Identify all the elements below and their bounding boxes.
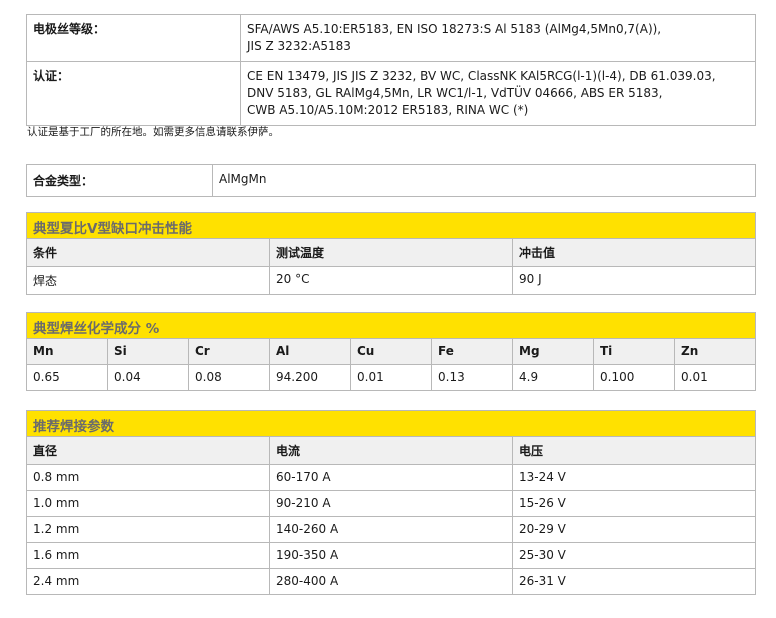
table-header-row: 直径 电流 电压 [26,436,756,465]
table-row: 1.0 mm 90-210 A 15-26 V [26,490,756,517]
chemical-composition-section: 典型焊丝化学成分 % Mn Si Cr Al Cu Fe Mg Ti Zn 0.… [26,312,756,391]
table-cell: 0.04 [107,364,189,391]
table-row: 0.65 0.04 0.08 94.200 0.01 0.13 4.9 0.10… [26,364,756,391]
specification-table: 电极丝等级： SFA/AWS A5.10:ER5183, EN ISO 1827… [26,14,756,126]
table-cell: 90 J [512,266,756,295]
column-header-si: Si [107,338,189,365]
approvals-label: 认证： [26,61,241,126]
classification-line: JIS Z 3232:A5183 [247,39,351,53]
column-header-diameter: 直径 [26,436,270,465]
table-cell: 0.01 [350,364,432,391]
impact-properties-title: 典型夏比V型缺口冲击性能 [26,212,756,238]
table-cell: 0.01 [674,364,756,391]
approvals-row: 认证： CE EN 13479, JIS JIS Z 3232, BV WC, … [26,61,756,126]
classification-value: SFA/AWS A5.10:ER5183, EN ISO 18273:S Al … [240,14,756,62]
table-cell: 20 °C [269,266,513,295]
table-cell: 0.100 [593,364,675,391]
column-header-mn: Mn [26,338,108,365]
column-header-condition: 条件 [26,238,270,267]
table-cell: 0.13 [431,364,513,391]
table-cell: 13-24 V [512,464,756,491]
table-cell: 190-350 A [269,542,513,569]
table-cell: 15-26 V [512,490,756,517]
welding-parameters-title: 推荐焊接参数 [26,410,756,436]
column-header-current: 电流 [269,436,513,465]
table-cell: 90-210 A [269,490,513,517]
alloy-type-value: AlMgMn [212,164,756,197]
table-row: 0.8 mm 60-170 A 13-24 V [26,464,756,491]
column-header-impact-value: 冲击值 [512,238,756,267]
table-cell: 0.08 [188,364,270,391]
classification-label: 电极丝等级： [26,14,241,62]
column-header-voltage: 电压 [512,436,756,465]
table-cell: 1.0 mm [26,490,270,517]
table-cell: 1.2 mm [26,516,270,543]
table-header-row: 条件 测试温度 冲击值 [26,238,756,267]
table-cell: 26-31 V [512,568,756,595]
chemical-composition-title: 典型焊丝化学成分 % [26,312,756,338]
alloy-type-label: 合金类型： [26,164,213,197]
column-header-ti: Ti [593,338,675,365]
table-cell: 280-400 A [269,568,513,595]
classification-line: SFA/AWS A5.10:ER5183, EN ISO 18273:S Al … [247,22,662,36]
table-header-row: Mn Si Cr Al Cu Fe Mg Ti Zn [26,338,756,365]
table-cell: 焊态 [26,266,270,295]
table-cell: 140-260 A [269,516,513,543]
welding-parameters-section: 推荐焊接参数 直径 电流 电压 0.8 mm 60-170 A 13-24 V … [26,410,756,595]
impact-properties-table: 条件 测试温度 冲击值 焊态 20 °C 90 J [26,238,756,295]
column-header-cr: Cr [188,338,270,365]
approvals-value: CE EN 13479, JIS JIS Z 3232, BV WC, Clas… [240,61,756,126]
impact-properties-section: 典型夏比V型缺口冲击性能 条件 测试温度 冲击值 焊态 20 °C 90 J [26,212,756,295]
column-header-cu: Cu [350,338,432,365]
table-row: 2.4 mm 280-400 A 26-31 V [26,568,756,595]
table-cell: 60-170 A [269,464,513,491]
column-header-test-temperature: 测试温度 [269,238,513,267]
table-row: 1.6 mm 190-350 A 25-30 V [26,542,756,569]
table-cell: 2.4 mm [26,568,270,595]
classification-row: 电极丝等级： SFA/AWS A5.10:ER5183, EN ISO 1827… [26,14,756,62]
approvals-line: CWB A5.10/A5.10M:2012 ER5183, RINA WC (*… [247,103,529,117]
column-header-zn: Zn [674,338,756,365]
alloy-type-row: 合金类型： AlMgMn [26,164,756,197]
table-cell: 94.200 [269,364,351,391]
column-header-fe: Fe [431,338,513,365]
approvals-line: DNV 5183, GL RAlMg4,5Mn, LR WC1/l-1, VdT… [247,86,663,100]
approvals-line: CE EN 13479, JIS JIS Z 3232, BV WC, Clas… [247,69,716,83]
approvals-note: 认证是基于工厂的所在地。如需更多信息请联系伊萨。 [27,126,279,138]
table-cell: 25-30 V [512,542,756,569]
table-cell: 0.8 mm [26,464,270,491]
table-cell: 1.6 mm [26,542,270,569]
welding-parameters-table: 直径 电流 电压 0.8 mm 60-170 A 13-24 V 1.0 mm … [26,436,756,595]
table-row: 焊态 20 °C 90 J [26,266,756,295]
chemical-composition-table: Mn Si Cr Al Cu Fe Mg Ti Zn 0.65 0.04 0.0… [26,338,756,391]
table-cell: 20-29 V [512,516,756,543]
table-row: 1.2 mm 140-260 A 20-29 V [26,516,756,543]
column-header-al: Al [269,338,351,365]
table-cell: 4.9 [512,364,594,391]
table-cell: 0.65 [26,364,108,391]
alloy-type-table: 合金类型： AlMgMn [26,164,756,197]
column-header-mg: Mg [512,338,594,365]
